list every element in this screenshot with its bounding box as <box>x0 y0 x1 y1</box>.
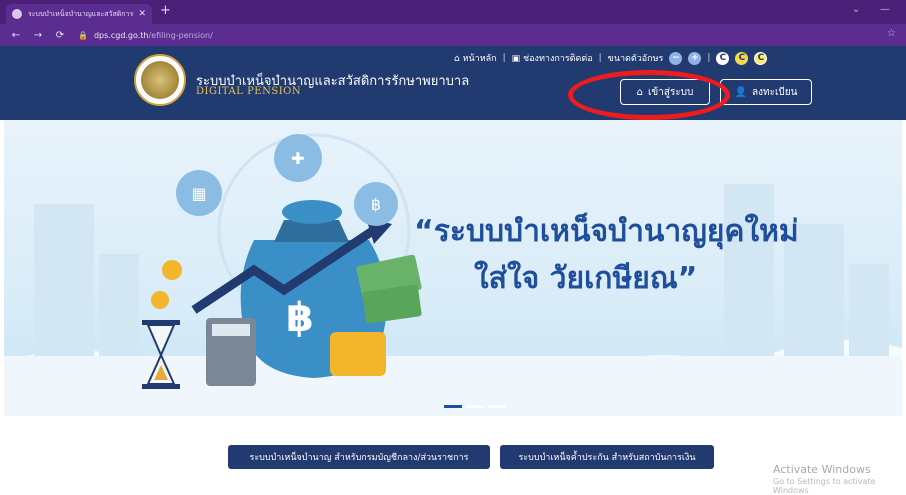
baht-symbol: ฿ <box>286 295 314 341</box>
url-field[interactable]: dps.cgd.go.th/efiling-pension/ <box>94 31 213 40</box>
activate-windows-title: Activate Windows <box>773 463 871 476</box>
guarantee-system-button[interactable]: ระบบบำเหน็จค้ำประกัน สำหรับสถาบันการเงิน <box>500 445 714 469</box>
clipboard-icon: ✚ <box>274 134 322 182</box>
separator: | <box>598 53 602 63</box>
chat-icon: ฿ <box>354 182 398 226</box>
contrast-normal-button[interactable]: C <box>716 51 730 65</box>
login-label: เข้าสู่ระบบ <box>647 86 694 98</box>
register-label: ลงทะเบียน <box>752 86 798 98</box>
close-tab-icon[interactable]: ✕ <box>138 9 146 19</box>
lock-icon: ⌂ <box>636 86 643 98</box>
login-button[interactable]: ⌂ เข้าสู่ระบบ <box>620 79 710 105</box>
minimize-icon[interactable]: — <box>880 4 890 15</box>
address-bar: ← → ⟳ 🔒 dps.cgd.go.th/efiling-pension/ ☆ <box>0 24 906 46</box>
tab-search-icon[interactable]: ⌄ <box>852 4 860 15</box>
carousel-indicators <box>444 405 506 408</box>
favicon-icon <box>12 9 22 19</box>
carousel-dot[interactable] <box>444 405 462 408</box>
back-icon[interactable]: ← <box>8 30 24 41</box>
top-menu: ⌂ หน้าหลัก | ▣ ช่องทางการติดต่อ | ขนาดตั… <box>454 48 768 68</box>
browser-tab[interactable]: ระบบบำเหน็จบำนาญและสวัสดิการรักษ ✕ <box>6 4 152 24</box>
home-link[interactable]: ⌂ หน้าหลัก <box>454 51 497 65</box>
activate-windows-subtitle: Go to Settings to activate Windows <box>773 477 876 495</box>
url-domain: dps.cgd.go.th <box>93 30 149 40</box>
pension-system-button[interactable]: ระบบบำเหน็จบำนาญ สำหรับกรมบัญชีกลาง/ส่วน… <box>228 445 490 469</box>
lock-icon[interactable]: 🔒 <box>78 31 88 40</box>
url-path: /efiling-pension/ <box>148 30 213 40</box>
font-decrease-button[interactable]: − <box>669 51 683 65</box>
banner-headline-line1: “ระบบบำเหน็จบำนาญยุคใหม่ <box>414 214 799 249</box>
user-icon: 👤 <box>734 86 747 98</box>
contact-link[interactable]: ▣ ช่องทางการติดต่อ <box>512 51 593 65</box>
browser-tab-bar: ระบบบำเหน็จบำนาญและสวัสดิการรักษ ✕ + ⌄ — <box>0 0 906 24</box>
contrast-high-button[interactable]: C <box>754 51 768 65</box>
font-size-label: ขนาดตัวอักษร <box>607 54 664 64</box>
font-increase-button[interactable]: + <box>688 51 702 65</box>
register-button[interactable]: 👤 ลงทะเบียน <box>720 79 812 105</box>
site-title-english: DIGITAL PENSION <box>196 86 302 97</box>
forward-icon[interactable]: → <box>30 30 46 41</box>
logo-emblem <box>141 61 179 99</box>
contrast-yellow-button[interactable]: C <box>735 51 749 65</box>
tab-title: ระบบบำเหน็จบำนาญและสวัสดิการรักษ <box>28 9 135 18</box>
separator: | <box>502 53 506 63</box>
hero-banner[interactable]: ฿ ▦ ✚ ฿ “ระบบบำเหน็จบำนาญยุคใหม่ ใส่ใจ ว… <box>4 120 902 416</box>
separator: | <box>707 53 711 63</box>
carousel-dot[interactable] <box>488 405 506 408</box>
home-label: หน้าหลัก <box>462 54 497 64</box>
bookmark-star-icon[interactable]: ☆ <box>887 28 896 39</box>
carousel-dot[interactable] <box>466 405 484 408</box>
new-tab-button[interactable]: + <box>160 3 171 18</box>
cgd-logo[interactable] <box>134 54 186 106</box>
reload-icon[interactable]: ⟳ <box>52 30 68 41</box>
banner-headline-line2: ใส่ใจ วัยเกษียณ” <box>474 261 698 296</box>
contact-label: ช่องทางการติดต่อ <box>523 54 593 64</box>
calendar-icon: ▦ <box>176 170 222 216</box>
